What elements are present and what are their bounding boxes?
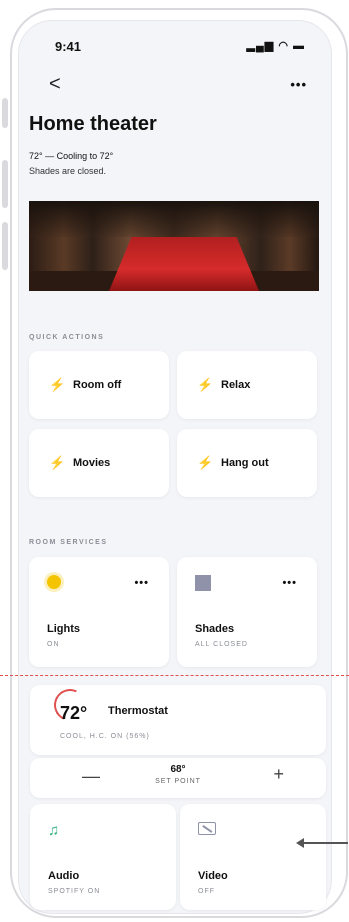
fold-divider xyxy=(0,675,349,676)
quick-actions-heading: QUICK ACTIONS xyxy=(29,334,105,341)
bolt-icon: ⚡ xyxy=(49,455,66,470)
service-lights[interactable]: ••• Lights ON xyxy=(29,557,169,667)
quick-action-label: Movies xyxy=(73,457,111,469)
quick-action-hang-out[interactable]: ⚡ Hang out xyxy=(177,429,317,497)
light-sun-icon xyxy=(47,575,61,589)
shades-more-button[interactable]: ••• xyxy=(282,577,297,589)
lights-state: ON xyxy=(47,641,60,648)
thermostat-name: Thermostat xyxy=(108,705,168,717)
thermostat-state: COOL, H.C. ON (56%) xyxy=(60,733,150,740)
shades-summary: Shades are closed. xyxy=(29,166,107,176)
status-bar: 9:41 ▂▄▆ ◠ ▬ xyxy=(19,35,331,55)
room-photo xyxy=(29,201,319,291)
volume-down-button xyxy=(2,222,8,270)
quick-action-label: Room off xyxy=(73,379,122,391)
service-video[interactable]: Video OFF xyxy=(180,804,326,910)
service-audio[interactable]: ♫ Audio SPOTIFY ON xyxy=(30,804,176,910)
service-thermostat[interactable]: 72° Thermostat COOL, H.C. ON (56%) xyxy=(30,684,326,755)
video-name: Video xyxy=(198,870,228,882)
lights-name: Lights xyxy=(47,623,80,635)
shades-name: Shades xyxy=(195,623,235,635)
video-state: OFF xyxy=(198,888,215,895)
volume-up-button xyxy=(2,160,8,208)
quick-action-movies[interactable]: ⚡ Movies xyxy=(29,429,169,497)
quick-action-label: Relax xyxy=(221,379,251,391)
shades-state: ALL CLOSED xyxy=(195,641,248,648)
room-services-heading: ROOM SERVICES xyxy=(29,539,108,546)
more-options-button[interactable]: ••• xyxy=(290,77,307,92)
status-icons: ▂▄▆ ◠ ▬ xyxy=(247,39,305,52)
music-note-icon: ♫ xyxy=(48,822,60,839)
quick-action-relax[interactable]: ⚡ Relax xyxy=(177,351,317,419)
page-title: Home theater xyxy=(29,113,157,135)
quick-action-room-off[interactable]: ⚡ Room off xyxy=(29,351,169,419)
annotation-arrow-line xyxy=(300,842,348,844)
thermostat-temp: 72° xyxy=(60,703,88,723)
bolt-icon: ⚡ xyxy=(49,377,66,392)
room-photo-seats xyxy=(109,237,259,291)
lights-more-button[interactable]: ••• xyxy=(134,577,149,589)
mute-switch xyxy=(2,98,8,128)
room-photo-ceiling xyxy=(29,201,319,237)
battery-icon: ▬ xyxy=(293,40,305,52)
quick-action-label: Hang out xyxy=(221,457,269,469)
service-shades[interactable]: ••• Shades ALL CLOSED xyxy=(177,557,317,667)
annotation-arrow-head xyxy=(296,838,304,848)
increase-setpoint-button[interactable]: + xyxy=(273,764,284,785)
wifi-icon: ◠ xyxy=(278,40,289,52)
audio-state: SPOTIFY ON xyxy=(48,888,101,895)
climate-summary: 72° — Cooling to 72° xyxy=(29,151,114,161)
signal-icon: ▂▄▆ xyxy=(246,40,275,52)
bolt-icon: ⚡ xyxy=(197,377,214,392)
back-button[interactable]: < xyxy=(49,73,61,96)
status-time: 9:41 xyxy=(55,39,82,54)
bolt-icon: ⚡ xyxy=(197,455,214,470)
audio-name: Audio xyxy=(48,870,80,882)
set-point-control: — 68° SET POINT + xyxy=(30,758,326,798)
shades-square-icon xyxy=(195,575,211,591)
video-off-icon xyxy=(198,822,216,835)
